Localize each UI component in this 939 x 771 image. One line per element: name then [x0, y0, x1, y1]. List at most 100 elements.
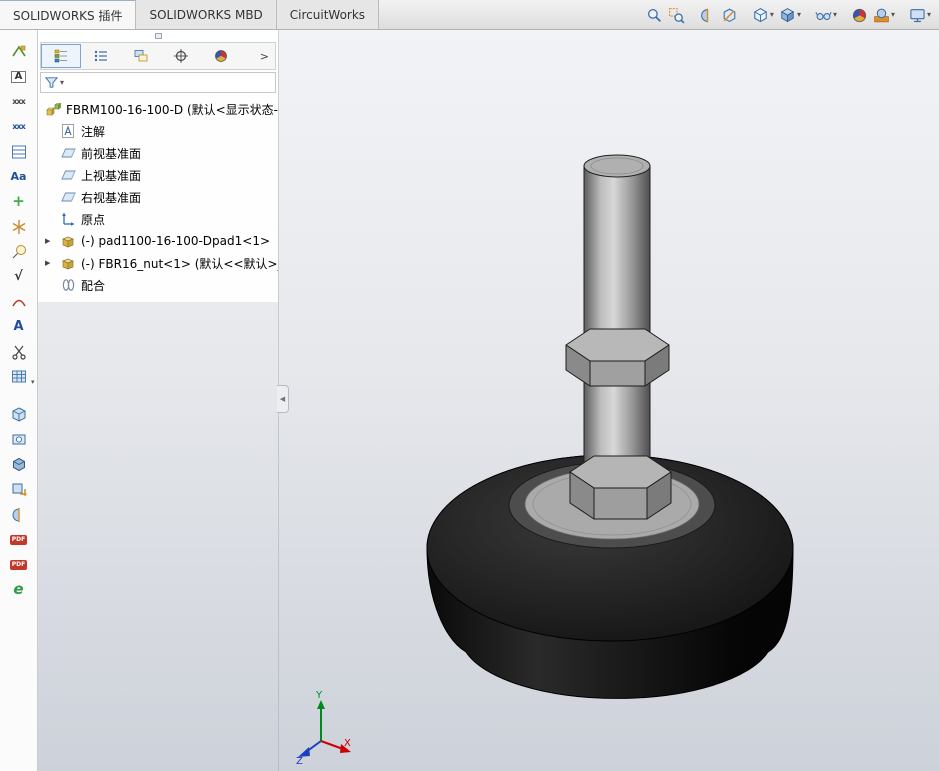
- edit-appearance-icon: [852, 8, 867, 22]
- spell-check-icon[interactable]: Aa: [4, 164, 34, 189]
- displaymanager-tab[interactable]: [201, 44, 241, 68]
- 3d-drawing-view-button[interactable]: [719, 5, 740, 26]
- dropdown-caret-icon: ▾: [832, 10, 837, 19]
- view-settings-button[interactable]: ▾: [907, 5, 933, 26]
- configurations-icon: [134, 50, 148, 62]
- dropdown-caret-icon: ▾: [890, 10, 895, 19]
- tree-row-component-nut[interactable]: ▶ (-) FBR16_nut<1> (默认<<默认>_: [38, 252, 278, 274]
- dropdown-caret-icon: ▾: [769, 10, 774, 19]
- tree-row-origin[interactable]: 原点: [38, 208, 278, 230]
- dropdown-caret-icon: ▾: [926, 10, 931, 19]
- edit-appearance-button[interactable]: [849, 5, 870, 26]
- tab-solidworks-mbd[interactable]: SOLIDWORKS MBD: [136, 0, 277, 29]
- model-lower-hex-nut: [569, 455, 672, 520]
- featuremanager-tab-bar: >: [40, 42, 276, 70]
- surface-finish-icon[interactable]: √: [4, 264, 34, 289]
- view-orientation-button[interactable]: ▾: [750, 5, 776, 26]
- export-model-icon[interactable]: [4, 477, 34, 502]
- tables-icon[interactable]: ▾: [4, 364, 35, 389]
- expand-arrow-icon[interactable]: ▶: [45, 237, 60, 245]
- expand-arrow-icon[interactable]: ▶: [45, 259, 60, 267]
- featuremanager-panel: > ▾ FBRM100-16-100-D (默认<显示状态- 注解 前视基准面 …: [38, 30, 278, 302]
- featuremanager-design-tree-tab[interactable]: [41, 44, 81, 68]
- command-tabs: SOLIDWORKS 插件 SOLIDWORKS MBD CircuitWork…: [0, 0, 380, 29]
- filter-funnel-icon[interactable]: [44, 75, 59, 90]
- tree-item-label: 配合: [81, 278, 106, 293]
- zoom-to-fit-button[interactable]: [644, 5, 665, 26]
- tree-item-label: 右视基准面: [81, 190, 142, 205]
- display-style-button[interactable]: ▾: [777, 5, 803, 26]
- model-view-icon[interactable]: [4, 452, 34, 477]
- section-view-icon: [701, 8, 709, 22]
- tree-row-top-plane[interactable]: 上视基准面: [38, 164, 278, 186]
- zoom-to-area-button[interactable]: [666, 5, 687, 26]
- plane-icon: [60, 189, 77, 205]
- tab-label: SOLIDWORKS 插件: [13, 8, 123, 23]
- zoom-to-area-icon: [668, 7, 685, 24]
- propertymanager-tab[interactable]: [81, 44, 121, 68]
- tab-solidworks-addins[interactable]: SOLIDWORKS 插件: [0, 0, 137, 29]
- solidworks-window: Y X Z ◀ > ▾ FBRM100-16-100-D (默认<显示状态- 注…: [0, 0, 939, 771]
- save-as-pdf-icon[interactable]: PDF: [4, 527, 34, 552]
- property-list-icon: [94, 50, 107, 62]
- center-mark-icon[interactable]: +: [4, 189, 34, 214]
- view-settings-icon: [910, 8, 925, 22]
- edrawings-icon[interactable]: e: [4, 577, 34, 602]
- apply-scene-button[interactable]: ▾: [871, 5, 897, 26]
- tree-row-mates[interactable]: 配合: [38, 274, 278, 296]
- dimxpertmanager-tab[interactable]: [161, 44, 201, 68]
- tree-item-label: 前视基准面: [81, 146, 142, 161]
- origin-icon: [60, 211, 77, 227]
- tree-row-assembly-root[interactable]: FBRM100-16-100-D (默认<显示状态-: [38, 98, 278, 120]
- panel-tab-overflow-button[interactable]: >: [254, 50, 275, 63]
- chevron-right-icon: >: [259, 49, 269, 63]
- panel-drag-handle[interactable]: [38, 30, 278, 42]
- tables-dropdown-caret-icon: ▾: [30, 378, 35, 386]
- weld-bead-icon[interactable]: [4, 289, 34, 314]
- feature-tree: FBRM100-16-100-D (默认<显示状态- 注解 前视基准面 上视基准…: [38, 93, 278, 296]
- model-middle-hex-nut: [565, 328, 670, 387]
- view-orientation-icon: [754, 7, 767, 22]
- hatch-pattern-icon[interactable]: [4, 214, 34, 239]
- tree-row-component-pad[interactable]: ▶ (-) pad1100-16-100-Dpad1<1>: [38, 230, 278, 252]
- balloon-note-icon[interactable]: xxx: [4, 89, 34, 114]
- save-as-pdf-alt-icon[interactable]: PDF: [4, 552, 34, 577]
- revision-table-icon[interactable]: [4, 139, 34, 164]
- 3d-pdf-icon[interactable]: [4, 402, 34, 427]
- tree-item-label: (-) pad1100-16-100-Dpad1<1>: [81, 234, 271, 248]
- section-view-button[interactable]: [697, 5, 718, 26]
- tree-filter-input[interactable]: [64, 74, 272, 91]
- tab-circuitworks[interactable]: CircuitWorks: [276, 0, 380, 29]
- tree-item-label: (-) FBR16_nut<1> (默认<<默认>_: [81, 256, 278, 271]
- apply-scene-icon: [874, 8, 889, 22]
- hide-show-items-button[interactable]: ▾: [813, 5, 839, 26]
- triad-x-label: X: [344, 738, 351, 749]
- note-icon[interactable]: A: [4, 314, 34, 339]
- tree-row-right-plane[interactable]: 右视基准面: [38, 186, 278, 208]
- heads-up-view-toolbar: ▾ ▾ ▾ ▾ ▾: [644, 0, 933, 30]
- panel-collapse-button[interactable]: ◀: [277, 385, 289, 413]
- component-icon: [60, 233, 77, 249]
- tree-item-label: 上视基准面: [81, 168, 142, 183]
- annotation-toolbar: A xxx xxx Aa + √ A ▾ PDF PDF e: [0, 30, 38, 771]
- feature-tree-icon: [54, 49, 67, 63]
- weld-symbol-tool-icon[interactable]: [4, 39, 34, 64]
- datum-feature-icon[interactable]: A: [4, 64, 34, 89]
- configurationmanager-tab[interactable]: [121, 44, 161, 68]
- section-tool-icon[interactable]: [4, 502, 34, 527]
- tab-label: CircuitWorks: [289, 7, 366, 22]
- tree-row-annotations[interactable]: 注解: [38, 120, 278, 142]
- display-color-ball-icon: [215, 50, 227, 62]
- tree-row-front-plane[interactable]: 前视基准面: [38, 142, 278, 164]
- trim-icon[interactable]: [4, 339, 34, 364]
- capture-3d-view-icon[interactable]: [4, 427, 34, 452]
- zoom-to-fit-icon: [647, 8, 661, 22]
- mates-icon: [60, 277, 77, 293]
- stacked-balloon-icon[interactable]: xxx: [4, 114, 34, 139]
- triad-y-label: Y: [315, 690, 323, 701]
- dimxpert-crosshair-icon: [174, 49, 188, 63]
- balloon-icon[interactable]: [4, 239, 34, 264]
- hide-show-items-icon: [815, 11, 832, 20]
- model-stud: [583, 165, 651, 469]
- component-icon: [60, 255, 77, 271]
